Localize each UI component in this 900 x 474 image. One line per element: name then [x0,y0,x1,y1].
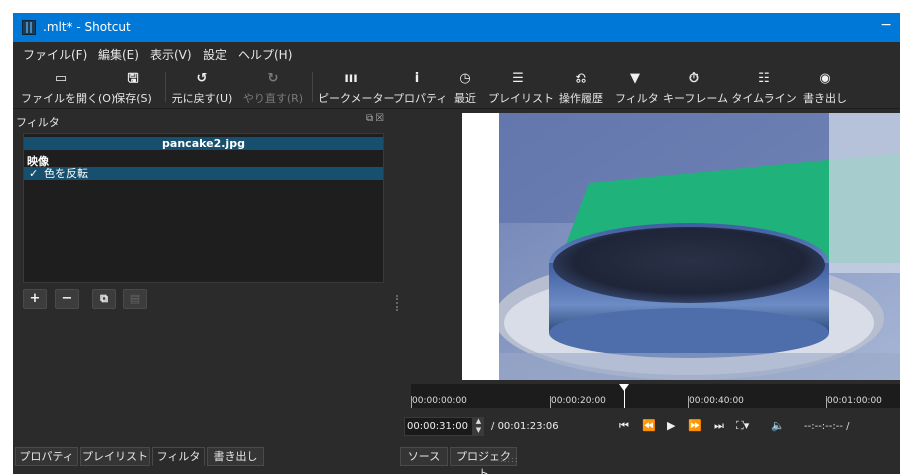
filter-icon: ▼ [630,71,640,86]
export-icon: ◉ [819,71,831,86]
tab-filters[interactable]: フィルタ [152,447,205,466]
rewind-icon[interactable]: ⏪ [642,419,656,432]
dock-resize-grip[interactable]: ::::: [500,455,518,464]
timecode-spinner[interactable]: ▲ ▼ [473,417,484,436]
video-preview[interactable] [462,113,900,380]
in-out-duration: --:--:--:-- / [804,421,850,432]
menu-view[interactable]: 表示(V) [150,46,192,63]
filter-list[interactable]: pancake2.jpg 映像 ✓ 色を反転 [23,133,384,283]
tab-source[interactable]: ソース [400,447,448,466]
minimize-button[interactable]: − [880,17,892,33]
keyframes-label: キーフレーム [663,92,729,105]
export-label: 書き出し [803,92,847,105]
peak-meter-icon: ııı [344,71,358,86]
filters-label: フィルタ [615,92,659,105]
undo-button[interactable]: ↺ 元に戻す(U) [171,64,233,109]
remove-filter-button[interactable]: − [55,289,79,309]
export-button[interactable]: ◉ 書き出し [801,64,849,109]
filter-item[interactable]: ✓ 色を反転 [24,167,383,180]
playlist-button[interactable]: ☰ プレイリスト [488,64,554,109]
timeline-label: 00:00:00:00 [412,396,467,406]
tab-playlist[interactable]: プレイリスト [80,447,150,466]
duration-display: / 00:01:23:06 [491,421,559,432]
video-frame-image [499,113,900,380]
main-toolbar: ▭ ファイルを開く(O) 🖫 保存(S) ↺ 元に戻す(U) ↻ やり直す(R)… [13,64,900,109]
playlist-label: プレイリスト [488,92,554,105]
bottom-tab-bar: プロパティ プレイリスト フィルタ 書き出し ソース プロジェクト [13,445,900,474]
transport-controls: 00:00:31:00 ▲ ▼ / 00:01:23:06 ⏮ ⏪ ▶ ⏩ ⏭ ⛶… [401,415,900,439]
zoom-fit-icon[interactable]: ⛶▾ [736,419,749,433]
skip-next-icon[interactable]: ⏭ [714,419,724,433]
copy-filter-button[interactable]: ⧉ [92,289,116,309]
peak-meter-button[interactable]: ııı ピークメーター [318,64,395,109]
keyframes-button[interactable]: ⏱ キーフレーム [663,64,729,109]
info-icon: i [414,71,420,86]
filters-panel: フィルタ ⧉☒ pancake2.jpg 映像 ✓ 色を反転 + − ⧉ ▤ [13,110,398,445]
title-bar: .mlt* - Shotcut − [13,13,900,42]
play-icon[interactable]: ▶ [667,419,675,432]
filters-button[interactable]: ▼ フィルタ [615,64,659,109]
properties-label: プロパティ [393,92,448,105]
toolbar-separator [312,72,313,102]
playhead[interactable] [624,384,625,408]
recent-button[interactable]: ◷ 最近 [449,64,481,109]
menu-bar: ファイル(F) 編集(E) 表示(V) 設定 ヘルプ(H) [13,42,900,64]
timeline-icon: ☷ [758,71,770,86]
menu-file[interactable]: ファイル(F) [23,46,87,63]
tab-properties[interactable]: プロパティ [15,447,78,466]
filter-enabled-checkbox[interactable]: ✓ [29,167,38,180]
timeline-label: 00:00:20:00 [551,396,606,406]
current-timecode-input[interactable]: 00:00:31:00 [404,417,473,436]
filter-item-name: 色を反転 [44,167,88,180]
save-icon: 🖫 [127,71,139,86]
stopwatch-icon: ⏱ [688,71,700,86]
peak-meter-label: ピークメーター [318,92,395,105]
save-button[interactable]: 🖫 保存(S) [109,64,157,109]
open-file-button[interactable]: ▭ ファイルを開く(O) [21,64,116,109]
toolbar-separator [165,72,166,102]
list-icon: ☰ [512,71,524,86]
menu-edit[interactable]: 編集(E) [98,46,139,63]
history-button[interactable]: ⎌ 操作履歴 [555,64,607,109]
menu-settings[interactable]: 設定 [203,46,227,63]
paste-filter-button[interactable]: ▤ [123,289,147,309]
timecode-separator: / [491,421,495,432]
undo-label: 元に戻す(U) [171,92,233,105]
history-icon: ⎌ [575,71,587,86]
undo-icon: ↺ [196,71,208,86]
timeline-label: タイムライン [731,92,797,105]
save-label: 保存(S) [114,92,152,105]
skip-previous-icon[interactable]: ⏮ [619,419,629,433]
clock-icon: ◷ [459,71,471,86]
history-label: 操作履歴 [559,92,603,105]
redo-label: やり直す(R) [242,92,304,105]
tab-export[interactable]: 書き出し [207,447,264,466]
timeline-label: 00:01:00:00 [827,396,882,406]
panel-splitter-handle[interactable] [396,295,398,311]
clip-file-name: pancake2.jpg [24,137,383,150]
recent-label: 最近 [454,92,476,105]
duration-value: 00:01:23:06 [497,421,559,432]
redo-icon: ↻ [267,71,279,86]
timeline-label: 00:00:40:00 [689,396,744,406]
shotcut-window: .mlt* - Shotcut − ファイル(F) 編集(E) 表示(V) 設定… [13,13,900,474]
panel-float-close-buttons[interactable]: ⧉☒ [366,113,386,124]
add-filter-button[interactable]: + [23,289,47,309]
menu-help[interactable]: ヘルプ(H) [238,46,292,63]
open-file-label: ファイルを開く(O) [21,92,116,105]
folder-open-icon: ▭ [54,71,68,86]
properties-button[interactable]: i プロパティ [393,64,448,109]
redo-button[interactable]: ↻ やり直す(R) [242,64,304,109]
fast-forward-icon[interactable]: ⏩ [688,419,702,432]
filters-panel-title: フィルタ [16,116,60,129]
volume-icon[interactable]: 🔈 [771,419,785,432]
timeline-button[interactable]: ☷ タイムライン [731,64,797,109]
shotcut-app-icon [22,20,36,35]
timeline-ruler[interactable]: 00:00:00:00 00:00:20:00 00:00:40:00 00:0… [411,384,900,408]
window-title: .mlt* - Shotcut [43,20,131,34]
